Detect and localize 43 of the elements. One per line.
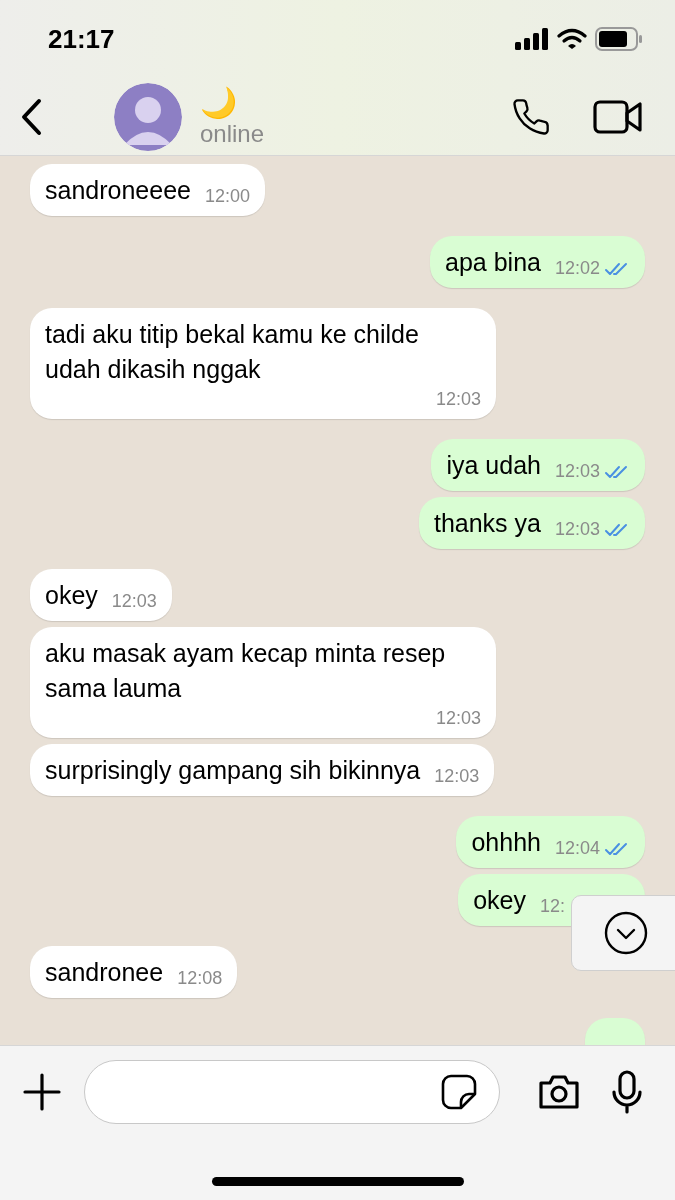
- message-text: okey: [45, 580, 98, 611]
- message-text: iya udah: [446, 450, 541, 481]
- contact-status: online: [200, 119, 265, 148]
- microphone-icon: [611, 1070, 643, 1114]
- battery-icon: [595, 27, 643, 51]
- message-time: 12:03: [554, 460, 600, 483]
- message-text: aku masak ayam kecap minta resep sama lauma: [45, 638, 447, 704]
- message-time: 12:00: [204, 185, 250, 208]
- camera-icon: [537, 1073, 581, 1111]
- video-call-button[interactable]: [593, 99, 643, 134]
- message-time: 12:02: [554, 257, 600, 280]
- scroll-down-button[interactable]: [571, 895, 675, 971]
- avatar[interactable]: [114, 82, 182, 151]
- message-text: thanks ya: [433, 508, 541, 539]
- message-time: 12:03: [435, 388, 481, 411]
- message-time: 12:: [539, 895, 565, 918]
- message-time: 12:03: [111, 590, 157, 613]
- message-text: sandroneeee: [45, 175, 191, 206]
- message-text: sandronee: [45, 957, 164, 988]
- camera-button[interactable]: [537, 1073, 581, 1111]
- message-text: apa bina: [445, 247, 541, 278]
- clock: 21:17: [48, 22, 115, 56]
- message-text: okey: [473, 885, 526, 916]
- signal-icon: [515, 28, 549, 50]
- call-button[interactable]: [511, 96, 551, 137]
- message-text: surprisingly gampang sih bikinnya: [45, 755, 421, 786]
- sticker-icon[interactable]: [441, 1074, 477, 1110]
- phone-icon: [511, 96, 551, 137]
- message-time: 12:03: [554, 518, 600, 541]
- video-camera-icon: [593, 99, 643, 134]
- microphone-button[interactable]: [611, 1070, 643, 1114]
- chevron-down-icon: [604, 911, 648, 955]
- message-time: 12:03: [434, 765, 480, 788]
- message-time: 12:03: [435, 707, 481, 730]
- contact-name: 🌙: [200, 85, 238, 120]
- message-time: 12:04: [554, 837, 600, 860]
- plus-icon: [23, 1073, 61, 1111]
- message-text: tadi aku titip bekal kamu ke childe udah dikasih nggak: [45, 319, 420, 385]
- message-text: ohhhh: [471, 827, 541, 858]
- message-time: 12:08: [177, 967, 223, 990]
- add-button[interactable]: [22, 1072, 62, 1112]
- back-icon: [20, 97, 42, 136]
- wifi-icon: [557, 28, 587, 50]
